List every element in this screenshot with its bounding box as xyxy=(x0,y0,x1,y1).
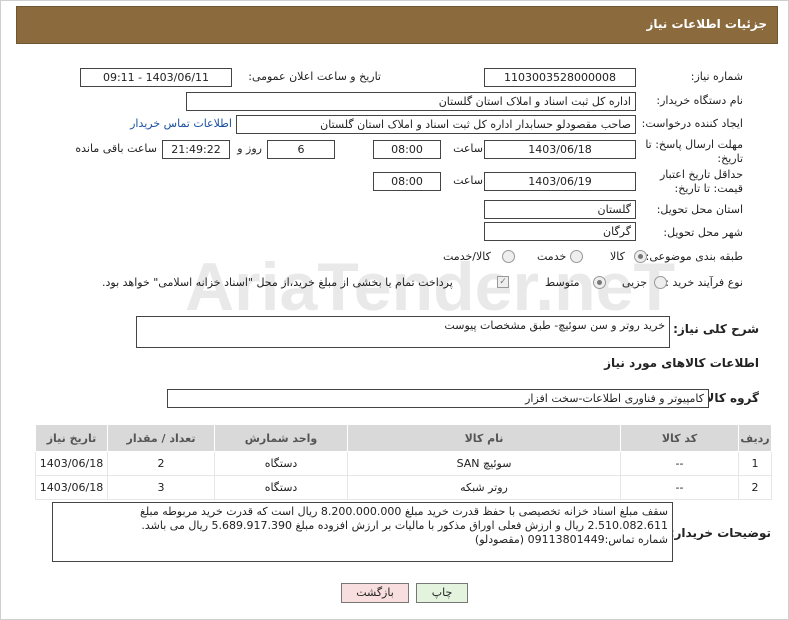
province-field: گلستان xyxy=(484,200,636,219)
validity-time-field: 08:00 xyxy=(373,172,441,191)
creator-field: صاحب مقصودلو حسابدار اداره کل ثبت اسناد … xyxy=(236,115,636,134)
buyer-org-label: نام دستگاه خریدار: xyxy=(656,94,743,107)
col-row-header: ردیف xyxy=(738,424,772,452)
cell-row: 1 xyxy=(738,451,772,476)
cell-row: 2 xyxy=(738,475,772,500)
cell-date: 1403/06/18 xyxy=(35,451,108,476)
creator-label: ایجاد کننده درخواست: xyxy=(641,117,743,130)
buyer-notes-field: سقف مبلغ اسناد خزانه تخصیصی با حفظ قدرت … xyxy=(52,502,673,562)
table-header-row: ردیف کد کالا نام کالا واحد شمارش تعداد /… xyxy=(35,424,772,452)
summary-field: خرید روتر و سن سوئیچ- طبق مشخصات پیوست xyxy=(136,316,670,348)
notes-line-3: شماره تماس:09113801449 (مقصودلو) xyxy=(474,533,668,546)
cell-code: -- xyxy=(620,451,739,476)
need-number-field: 1103003528000008 xyxy=(484,68,636,87)
process-minor-label: جزیی xyxy=(622,276,648,289)
cell-name: روتر شبکه xyxy=(347,475,621,500)
category-service-radio[interactable] xyxy=(570,250,583,263)
process-minor-radio[interactable] xyxy=(654,276,667,289)
back-button[interactable]: بازگشت xyxy=(341,583,409,603)
validity-date-field: 1403/06/19 xyxy=(484,172,636,191)
process-medium-label: متوسط xyxy=(545,276,580,289)
category-goods-label: کالا xyxy=(610,250,625,263)
cell-date: 1403/06/18 xyxy=(35,475,108,500)
need-number-label: شماره نیاز: xyxy=(690,70,743,83)
goods-group-field: کامپیوتر و فناوری اطلاعات-سخت افزار xyxy=(167,389,709,408)
process-label: نوع فرآیند خرید : xyxy=(665,276,743,289)
cell-qty: 3 xyxy=(107,475,215,500)
category-service-label: خدمت xyxy=(537,250,567,263)
category-goods-radio[interactable] xyxy=(634,250,647,263)
cell-unit: دستگاه xyxy=(214,475,348,500)
days-remaining-field: 6 xyxy=(267,140,335,159)
province-label: استان محل تحویل: xyxy=(656,203,743,216)
days-label: روز و xyxy=(237,142,262,155)
items-table: ردیف کد کالا نام کالا واحد شمارش تعداد /… xyxy=(35,424,772,500)
city-label: شهر محل تحویل: xyxy=(663,226,743,239)
summary-label: شرح کلی نیاز: xyxy=(673,322,759,336)
announce-label: تاریخ و ساعت اعلان عمومی: xyxy=(248,70,381,83)
process-medium-radio[interactable] xyxy=(593,276,606,289)
col-code-header: کد کالا xyxy=(620,424,739,452)
col-date-header: تاریخ نیاز xyxy=(35,424,108,452)
cell-code: -- xyxy=(620,475,739,500)
city-field: گرگان xyxy=(484,222,636,241)
remaining-time-field: 21:49:22 xyxy=(162,140,230,159)
goods-group-label: گروه کالا: xyxy=(700,391,759,405)
deadline-date-field: 1403/06/18 xyxy=(484,140,636,159)
table-row: 1 -- سوئیچ SAN دستگاه 2 1403/06/18 xyxy=(35,451,772,476)
deadline-time-field: 08:00 xyxy=(373,140,441,159)
deadline-time-label: ساعت xyxy=(453,142,483,155)
notes-line-1: سقف مبلغ اسناد خزانه تخصیصی با حفظ قدرت … xyxy=(140,505,668,518)
buyer-contact-link[interactable]: اطلاعات تماس خریدار xyxy=(130,117,232,130)
page-header: جزئیات اطلاعات نیاز xyxy=(16,6,778,44)
deadline-label: مهلت ارسال پاسخ: تا تاریخ: xyxy=(645,138,743,165)
remaining-time-label: ساعت باقی مانده xyxy=(75,142,157,155)
print-button[interactable]: چاپ xyxy=(416,583,468,603)
cell-name: سوئیچ SAN xyxy=(347,451,621,476)
buyer-notes-label: توضیحات خریدار: xyxy=(669,526,771,540)
category-goods-service-label: کالا/خدمت xyxy=(443,250,491,263)
buyer-org-field: اداره کل ثبت اسناد و املاک استان گلستان xyxy=(186,92,636,111)
col-qty-header: تعداد / مقدار xyxy=(107,424,215,452)
notes-line-2: 2.510.082.611 ریال و ارزش فعلی اوراق مذک… xyxy=(141,519,668,532)
category-goods-service-radio[interactable] xyxy=(502,250,515,263)
treasury-payment-checkbox[interactable]: ✓ xyxy=(497,276,509,288)
category-label: طبقه بندی موضوعی: xyxy=(645,250,743,263)
validity-time-label: ساعت xyxy=(453,174,483,187)
goods-info-title: اطلاعات کالاهای مورد نیاز xyxy=(604,356,759,370)
page-title: جزئیات اطلاعات نیاز xyxy=(646,17,767,31)
table-row: 2 -- روتر شبکه دستگاه 3 1403/06/18 xyxy=(35,475,772,500)
col-unit-header: واحد شمارش xyxy=(214,424,348,452)
treasury-payment-note: پرداخت تمام یا بخشی از مبلغ خرید،از محل … xyxy=(102,276,453,289)
col-name-header: نام کالا xyxy=(347,424,621,452)
cell-qty: 2 xyxy=(107,451,215,476)
validity-label: حداقل تاریخ اعتبار قیمت: تا تاریخ: xyxy=(659,168,743,195)
announce-field: 1403/06/11 - 09:11 xyxy=(80,68,232,87)
cell-unit: دستگاه xyxy=(214,451,348,476)
